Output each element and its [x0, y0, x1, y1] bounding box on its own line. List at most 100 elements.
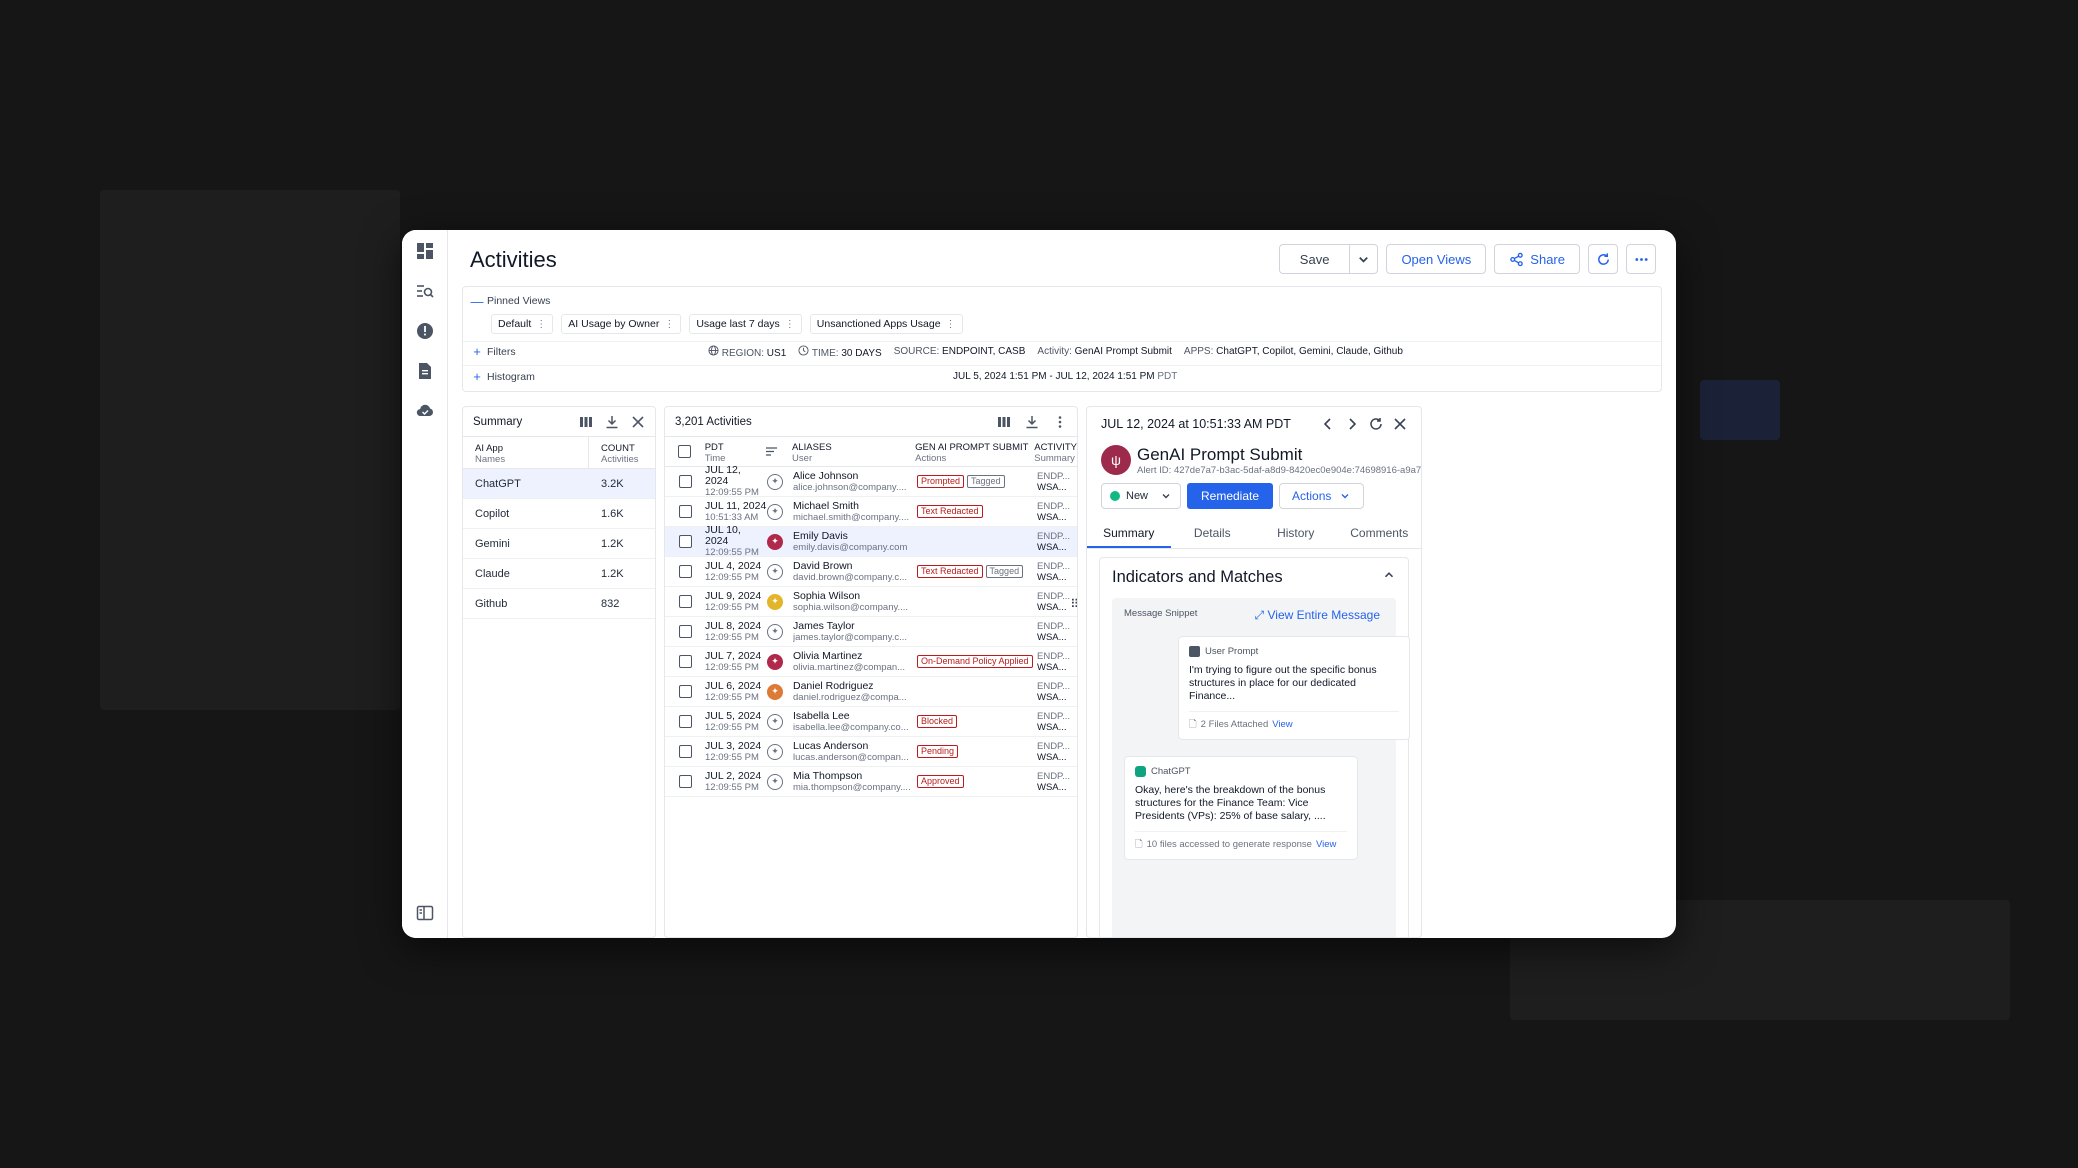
- row-checkbox[interactable]: [678, 535, 692, 548]
- column-actions[interactable]: GEN AI PROMPT SUBMIT Actions: [915, 437, 1034, 466]
- expand-histogram-icon[interactable]: +: [467, 369, 487, 384]
- summary-row[interactable]: Claude 1.2K: [463, 559, 655, 589]
- filter-time[interactable]: TIME: 30 DAYS: [798, 344, 882, 359]
- table-row[interactable]: JUL 7, 2024 12:09:55 PM ✦ Olivia Martine…: [665, 647, 1077, 677]
- collapse-panel-icon[interactable]: [414, 902, 436, 924]
- table-row[interactable]: JUL 2, 2024 12:09:55 PM ✦ Mia Thompson m…: [665, 767, 1077, 797]
- close-icon[interactable]: [1393, 417, 1407, 431]
- tab-summary[interactable]: Summary: [1087, 521, 1171, 548]
- table-row[interactable]: JUL 10, 2024 12:09:55 PM ✦ Emily Davis e…: [665, 525, 1077, 558]
- close-icon[interactable]: [631, 415, 645, 429]
- dashboard-icon[interactable]: [414, 240, 436, 262]
- download-icon[interactable]: [605, 415, 619, 429]
- resize-handle-icon[interactable]: ⠿: [1070, 597, 1077, 611]
- refresh-icon[interactable]: [1369, 417, 1383, 431]
- row-checkbox[interactable]: [678, 775, 692, 788]
- share-button[interactable]: Share: [1494, 244, 1580, 274]
- summary-cell: ENDP... WSA...: [1037, 681, 1070, 703]
- user-icon: [1189, 646, 1200, 657]
- view-files-link[interactable]: View: [1316, 838, 1336, 851]
- summary-row[interactable]: ChatGPT 3.2K: [463, 469, 655, 499]
- filter-source[interactable]: SOURCE: ENDPOINT, CASB: [894, 346, 1026, 357]
- table-row[interactable]: JUL 4, 2024 12:09:55 PM ✦ David Brown da…: [665, 557, 1077, 587]
- table-row[interactable]: JUL 12, 2024 12:09:55 PM ✦ Alice Johnson…: [665, 465, 1077, 498]
- save-button[interactable]: Save: [1278, 244, 1351, 274]
- row-checkbox-cell: [665, 505, 705, 518]
- column-time[interactable]: PDT Time: [705, 437, 767, 466]
- summary-row[interactable]: Copilot 1.6K: [463, 499, 655, 529]
- download-icon[interactable]: [1025, 415, 1039, 429]
- view-entire-message-link[interactable]: ⤢ View Entire Message: [1255, 608, 1380, 623]
- tab-comments[interactable]: Comments: [1338, 521, 1422, 548]
- table-row[interactable]: JUL 9, 2024 12:09:55 PM ✦ Sophia Wilson …: [665, 587, 1077, 617]
- columns-icon[interactable]: [997, 415, 1011, 429]
- more-options-button[interactable]: [1626, 244, 1656, 274]
- view-chip-ai-usage-by-owner[interactable]: AI Usage by Owner ⋮: [561, 314, 682, 334]
- kebab-icon[interactable]: ⋮: [536, 319, 546, 330]
- kebab-icon[interactable]: ⋮: [785, 319, 795, 330]
- user-email: james.taylor@company.c...: [793, 631, 908, 643]
- views-panel: — Pinned Views Default ⋮ AI Usage by Owne…: [462, 286, 1662, 392]
- row-checkbox[interactable]: [678, 565, 692, 578]
- table-row[interactable]: JUL 11, 2024 10:51:33 AM ✦ Michael Smith…: [665, 497, 1077, 527]
- view-chip-usage-last-7-days[interactable]: Usage last 7 days ⋮: [689, 314, 802, 334]
- row-checkbox[interactable]: [678, 625, 692, 638]
- sort-icon[interactable]: [766, 437, 792, 466]
- column-activity-summary[interactable]: ACTIVITY Summary: [1034, 437, 1077, 466]
- filters-row: + Filters REGION: US1 TIME: 30 DAYS SOUR…: [463, 341, 1661, 359]
- view-files-link[interactable]: View: [1272, 718, 1292, 731]
- summary-row[interactable]: Github 832: [463, 589, 655, 619]
- view-chip-unsanctioned-apps[interactable]: Unsanctioned Apps Usage ⋮: [809, 314, 963, 334]
- remediate-button[interactable]: Remediate: [1187, 483, 1274, 509]
- row-checkbox[interactable]: [678, 595, 692, 608]
- filter-region[interactable]: REGION: US1: [708, 344, 786, 359]
- left-nav-rail: [402, 230, 448, 938]
- summary-row[interactable]: Gemini 1.2K: [463, 529, 655, 559]
- view-chip-default[interactable]: Default ⋮: [491, 314, 554, 334]
- table-row[interactable]: JUL 5, 2024 12:09:55 PM ✦ Isabella Lee i…: [665, 707, 1077, 737]
- table-row[interactable]: JUL 6, 2024 12:09:55 PM ✦ Daniel Rodrigu…: [665, 677, 1077, 707]
- filters-label[interactable]: Filters: [487, 346, 516, 358]
- alert-icon[interactable]: [414, 320, 436, 342]
- row-checkbox[interactable]: [678, 505, 692, 518]
- collapse-pinned-icon[interactable]: —: [467, 294, 487, 309]
- tab-history[interactable]: History: [1254, 521, 1338, 548]
- search-list-icon[interactable]: [414, 280, 436, 302]
- filter-apps[interactable]: APPS: ChatGPT, Copilot, Gemini, Claude, …: [1184, 346, 1403, 357]
- chevron-up-icon[interactable]: [1382, 568, 1396, 582]
- kebab-icon[interactable]: ⋮: [664, 319, 674, 330]
- refresh-button[interactable]: [1588, 244, 1618, 274]
- row-checkbox[interactable]: [678, 685, 692, 698]
- tab-details[interactable]: Details: [1171, 521, 1255, 548]
- columns-icon[interactable]: [579, 415, 593, 429]
- report-icon[interactable]: [414, 360, 436, 382]
- status-select[interactable]: New: [1101, 483, 1181, 509]
- kebab-icon[interactable]: ⋮: [946, 319, 956, 330]
- toolbar: Save Open Views Share: [1278, 244, 1656, 274]
- save-options-button[interactable]: [1350, 244, 1379, 274]
- chevron-right-icon[interactable]: [1345, 417, 1359, 431]
- histogram-label[interactable]: Histogram: [487, 371, 535, 383]
- row-date: JUL 8, 2024: [705, 619, 762, 632]
- table-row[interactable]: JUL 8, 2024 12:09:55 PM ✦ James Taylor j…: [665, 617, 1077, 647]
- row-checkbox[interactable]: [678, 745, 692, 758]
- column-aliases[interactable]: ALIASES User: [792, 437, 915, 466]
- column-ai-app[interactable]: AI App Names: [463, 437, 589, 468]
- genai-app-icon: ✦: [767, 653, 783, 670]
- view-chips: Default ⋮ AI Usage by Owner ⋮ Usage last 7…: [463, 313, 1661, 335]
- actions-dropdown[interactable]: Actions: [1279, 483, 1365, 509]
- filter-activity[interactable]: Activity: GenAI Prompt Submit: [1037, 346, 1172, 357]
- row-checkbox[interactable]: [678, 655, 692, 668]
- table-row[interactable]: JUL 3, 2024 12:09:55 PM ✦ Lucas Anderson…: [665, 737, 1077, 767]
- chevron-left-icon[interactable]: [1321, 417, 1335, 431]
- open-views-button[interactable]: Open Views: [1386, 244, 1487, 274]
- column-count[interactable]: COUNT Activities: [589, 437, 638, 468]
- expand-filters-icon[interactable]: +: [467, 344, 487, 359]
- cloud-icon[interactable]: [414, 400, 436, 422]
- row-date: JUL 5, 2024: [705, 709, 762, 722]
- row-checkbox[interactable]: [678, 715, 692, 728]
- row-checkbox[interactable]: [678, 475, 692, 488]
- more-vertical-icon[interactable]: [1053, 415, 1067, 429]
- summary-tools: [579, 415, 645, 429]
- select-all-checkbox[interactable]: [678, 445, 692, 458]
